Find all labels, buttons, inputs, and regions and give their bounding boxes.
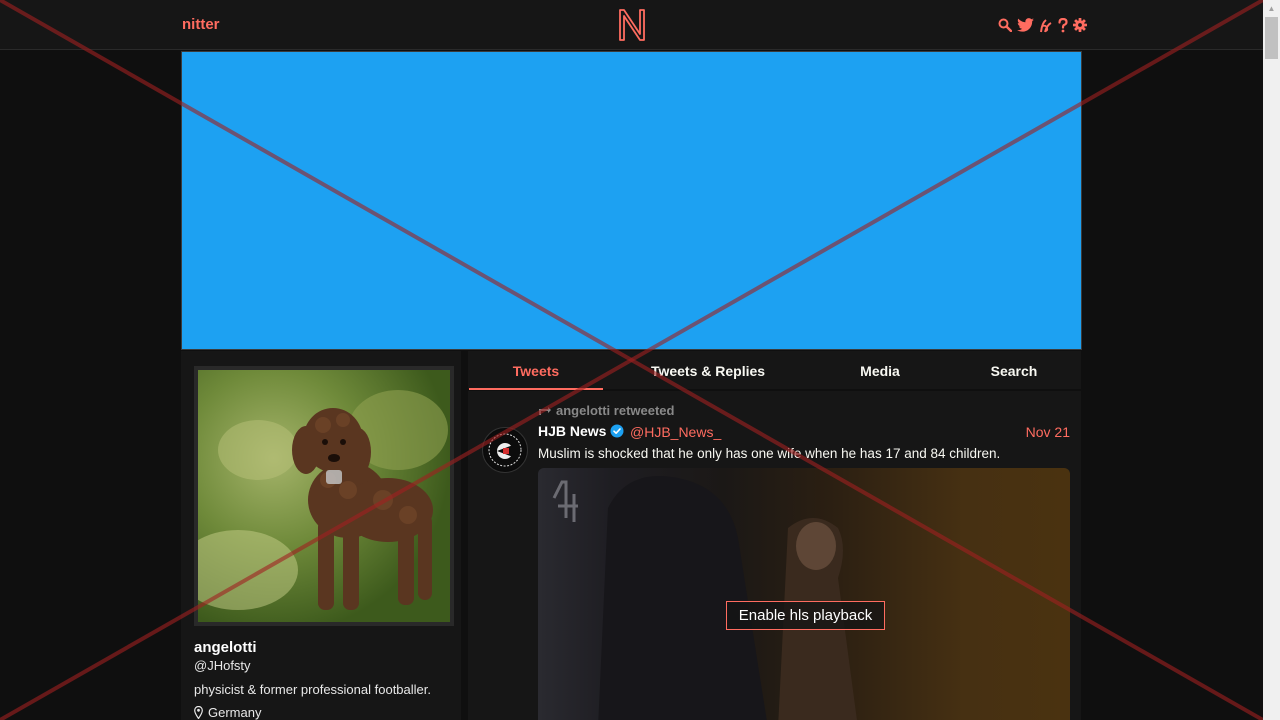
tweet-author-handle[interactable]: @HJB_News_	[630, 424, 721, 440]
tab-tweets-and-replies[interactable]: Tweets & Replies	[624, 351, 792, 389]
profile-fullname[interactable]: angelotti	[194, 639, 257, 656]
location-pin-icon	[194, 706, 203, 719]
enable-hls-playback-button[interactable]: Enable hls playback	[726, 601, 885, 630]
tweet-text: Muslim is shocked that he only has one w…	[538, 446, 1001, 461]
tab-tweets[interactable]: Tweets	[469, 351, 603, 390]
timeline: angelotti retweeted HJB News @HJB_News_ …	[468, 391, 1081, 720]
page-scrollbar[interactable]: ▲	[1263, 0, 1280, 720]
tweet-date[interactable]: Nov 21	[1026, 424, 1070, 440]
scroll-thumb[interactable]	[1265, 17, 1278, 59]
help-icon[interactable]	[1058, 16, 1068, 34]
nitter-logo-icon[interactable]	[617, 8, 647, 42]
rss-icon[interactable]	[1039, 16, 1053, 34]
tweet-author-name-text[interactable]: HJB News	[538, 423, 606, 439]
profile-bio: physicist & former professional football…	[194, 682, 431, 697]
profile-avatar[interactable]	[194, 366, 454, 626]
brand-link[interactable]: nitter	[182, 16, 220, 33]
video-thumbnail	[552, 476, 857, 720]
profile-username[interactable]: @JHofsty	[194, 658, 251, 673]
search-icon[interactable]	[998, 16, 1012, 34]
twitter-bird-icon[interactable]	[1017, 16, 1034, 34]
nav-icon-group	[998, 16, 1087, 34]
location-text: Germany	[208, 705, 262, 720]
retweet-header: angelotti retweeted	[538, 403, 674, 418]
tweet-author-name[interactable]: HJB News	[538, 423, 624, 439]
scroll-up-arrow-icon[interactable]: ▲	[1263, 0, 1280, 17]
tab-media[interactable]: Media	[830, 351, 930, 389]
hjb-news-logo-icon	[484, 429, 526, 471]
gear-icon[interactable]	[1073, 16, 1087, 34]
verified-badge-icon	[610, 424, 624, 438]
profile-location: Germany	[194, 705, 261, 720]
tab-search[interactable]: Search	[964, 351, 1064, 389]
profile-banner[interactable]	[181, 51, 1082, 350]
profile-card: angelotti @JHofsty physicist & former pr…	[181, 351, 461, 720]
tweet-video[interactable]: Enable hls playback	[538, 468, 1070, 720]
retweet-icon	[539, 406, 551, 415]
retweet-header-text[interactable]: angelotti retweeted	[556, 403, 674, 418]
dog-photo-image	[198, 370, 450, 622]
navbar: nitter	[0, 0, 1263, 50]
timeline-tabs: Tweets Tweets & Replies Media Search	[468, 351, 1081, 390]
tweet-author-avatar[interactable]	[482, 427, 528, 473]
